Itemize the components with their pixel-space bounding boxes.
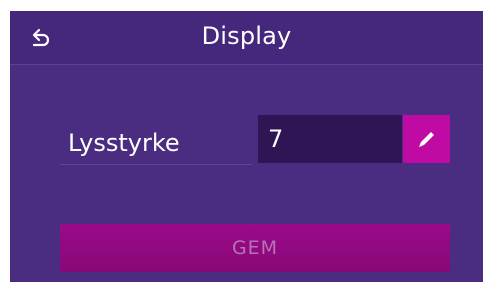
pencil-icon	[418, 132, 434, 147]
brightness-label: Lysstyrke	[60, 121, 252, 165]
display-settings-screen: Display Lysstyrke 7 GEM	[10, 11, 483, 282]
brightness-value-field[interactable]: 7	[258, 115, 402, 163]
save-button[interactable]: GEM	[60, 224, 450, 272]
edit-button[interactable]	[403, 115, 450, 163]
header-bar: Display	[10, 11, 483, 65]
page-title: Display	[201, 22, 292, 50]
